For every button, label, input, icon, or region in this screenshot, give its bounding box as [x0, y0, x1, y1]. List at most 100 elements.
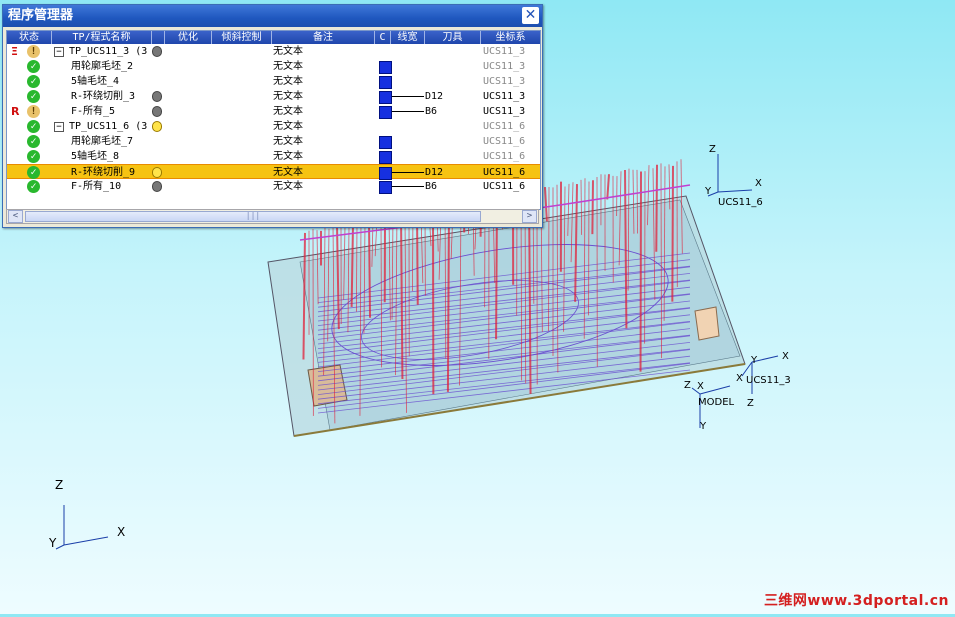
scroll-right-button[interactable]: > [522, 210, 537, 223]
column-header-note[interactable]: 备注 [272, 31, 375, 44]
toolpath-plunge [607, 174, 609, 199]
program-name[interactable]: 用轮廓毛坯_2 [71, 59, 133, 74]
column-header-optimize[interactable]: 优化 [165, 31, 212, 44]
tool-cell: B6 [425, 179, 437, 194]
check-icon: ✓ [27, 60, 40, 73]
bulb-icon[interactable] [152, 91, 162, 102]
bulb-icon[interactable] [152, 181, 162, 192]
note-cell: 无文本 [273, 59, 303, 74]
ucs11-3-x2-label: X [736, 373, 743, 384]
warning-icon: ! [27, 105, 40, 118]
table-row[interactable]: ✓−TP_UCS11_6 (3无文本UCS11_6 [7, 119, 540, 134]
check-icon: ✓ [27, 90, 40, 103]
ucs-cell: UCS11_3 [483, 74, 525, 89]
fixture-block-left [308, 365, 347, 406]
line-width-indicator [392, 172, 424, 173]
color-swatch[interactable] [379, 136, 392, 149]
program-name[interactable]: TP_UCS11_6 (3 [69, 119, 147, 134]
table-row[interactable]: ✓ 用轮廓毛坯_7 无文本 UCS11_6 [7, 134, 540, 149]
close-icon[interactable]: ✕ [522, 7, 539, 24]
toolpath-plunge [672, 166, 673, 302]
toolpath-plunge [369, 221, 370, 317]
world-axis [64, 537, 108, 545]
color-swatch[interactable] [379, 61, 392, 74]
bulb-icon[interactable] [152, 46, 162, 57]
ucs11-3-label: UCS11_3 [746, 375, 791, 386]
fixture-block-right [695, 307, 719, 340]
collapse-icon[interactable]: − [54, 122, 64, 132]
bulb-icon[interactable] [152, 106, 162, 117]
scroll-thumb[interactable]: ||| [25, 211, 481, 222]
table-row[interactable]: ✓5轴毛坯_8无文本UCS11_6 [7, 149, 540, 164]
color-swatch[interactable] [379, 151, 392, 164]
warning-icon: ! [27, 45, 40, 58]
program-manager-window[interactable]: 程序管理器 ✕ 状态 TP/程式名称 优化 倾斜控制 备注 C 线宽 刀具 坐标… [2, 4, 543, 228]
check-icon: ✓ [27, 135, 40, 148]
check-icon: ✓ [27, 166, 40, 179]
note-cell: 无文本 [273, 149, 303, 164]
note-cell: 无文本 [273, 44, 303, 59]
toolpath-plunge [637, 170, 638, 234]
column-header-status[interactable]: 状态 [7, 31, 52, 44]
ucs-cell: UCS11_6 [483, 134, 525, 149]
program-name[interactable]: 用轮廓毛坯_7 [71, 134, 133, 149]
table-row[interactable]: ✓ 5轴毛坯_4 无文本 UCS11_3 [7, 74, 540, 89]
program-name[interactable]: TP_UCS11_3 (3 [69, 44, 147, 59]
collapse-icon[interactable]: − [54, 47, 64, 57]
ucs11-6-y-label: Y [705, 186, 711, 197]
program-name[interactable]: 5轴毛坯_4 [71, 74, 119, 89]
check-icon: ✓ [27, 150, 40, 163]
tool-cell: B6 [425, 104, 437, 119]
table-header: 状态 TP/程式名称 优化 倾斜控制 备注 C 线宽 刀具 坐标系 [7, 31, 540, 44]
note-cell: 无文本 [273, 179, 303, 194]
ucs-cell: UCS11_3 [483, 44, 525, 59]
program-name[interactable]: F-所有_10 [71, 179, 121, 194]
ucs-cell: UCS11_3 [483, 59, 525, 74]
toolpath-plunge [592, 180, 593, 234]
ucs11-6-z-label: Z [709, 144, 716, 155]
column-header-ucs[interactable]: 坐标系 [481, 31, 540, 44]
bulb-icon[interactable] [152, 121, 162, 132]
check-icon: ✓ [27, 75, 40, 88]
note-cell: 无文本 [273, 74, 303, 89]
ucs-cell: UCS11_3 [483, 89, 525, 104]
note-cell: 无文本 [273, 134, 303, 149]
table-row[interactable]: ✓F-所有_10无文本B6UCS11_6 [7, 179, 540, 194]
program-name[interactable]: R-环绕切削_3 [71, 89, 135, 104]
program-name[interactable]: R-环绕切削_9 [71, 165, 135, 180]
program-manager-titlebar[interactable]: 程序管理器 ✕ [3, 5, 542, 27]
column-header-line-width[interactable]: 线宽 [391, 31, 425, 44]
color-swatch[interactable] [379, 181, 392, 194]
color-swatch[interactable] [379, 106, 392, 119]
column-header-tool[interactable]: 刀具 [425, 31, 481, 44]
check-icon: ✓ [27, 180, 40, 193]
table-row[interactable]: ✓ 用轮廓毛坯_2 无文本 UCS11_3 [7, 59, 540, 74]
world-axis [56, 545, 64, 549]
toolpath-plunge [625, 170, 626, 328]
table-row[interactable]: Ξ!−TP_UCS11_3 (3无文本UCS11_3 [7, 44, 540, 59]
check-icon: ✓ [27, 120, 40, 133]
program-name[interactable]: F-所有_5 [71, 104, 115, 119]
column-header-tilt-control[interactable]: 倾斜控制 [212, 31, 272, 44]
program-name[interactable]: 5轴毛坯_8 [71, 149, 119, 164]
color-swatch[interactable] [379, 76, 392, 89]
horizontal-scrollbar[interactable]: < ||| > [6, 209, 539, 224]
table-row[interactable]: ✓R-环绕切削_9无文本D12UCS11_6 [7, 164, 540, 179]
program-tree-table[interactable]: 状态 TP/程式名称 优化 倾斜控制 备注 C 线宽 刀具 坐标系 Ξ!−TP_… [6, 30, 541, 210]
table-row[interactable]: R!F-所有_5无文本B6UCS11_3 [7, 104, 540, 119]
world-y-label: Y [49, 536, 56, 550]
table-row[interactable]: ✓R-环绕切削_3无文本D12UCS11_3 [7, 89, 540, 104]
line-width-indicator [392, 96, 424, 97]
toolpath-plunge [448, 207, 449, 392]
ucs11-3-z-label: Z [747, 398, 754, 409]
column-header-name[interactable]: TP/程式名称 [52, 31, 152, 44]
line-width-indicator [392, 111, 424, 112]
watermark: 三维网www.3dportal.cn [764, 590, 949, 610]
ucs11-3-x-label: X [782, 351, 789, 362]
ucs-cell: UCS11_6 [483, 119, 525, 134]
bulb-icon[interactable] [152, 167, 162, 178]
column-header-c[interactable]: C [375, 31, 391, 44]
color-swatch[interactable] [379, 91, 392, 104]
scroll-left-button[interactable]: < [8, 210, 23, 223]
note-cell: 无文本 [273, 89, 303, 104]
